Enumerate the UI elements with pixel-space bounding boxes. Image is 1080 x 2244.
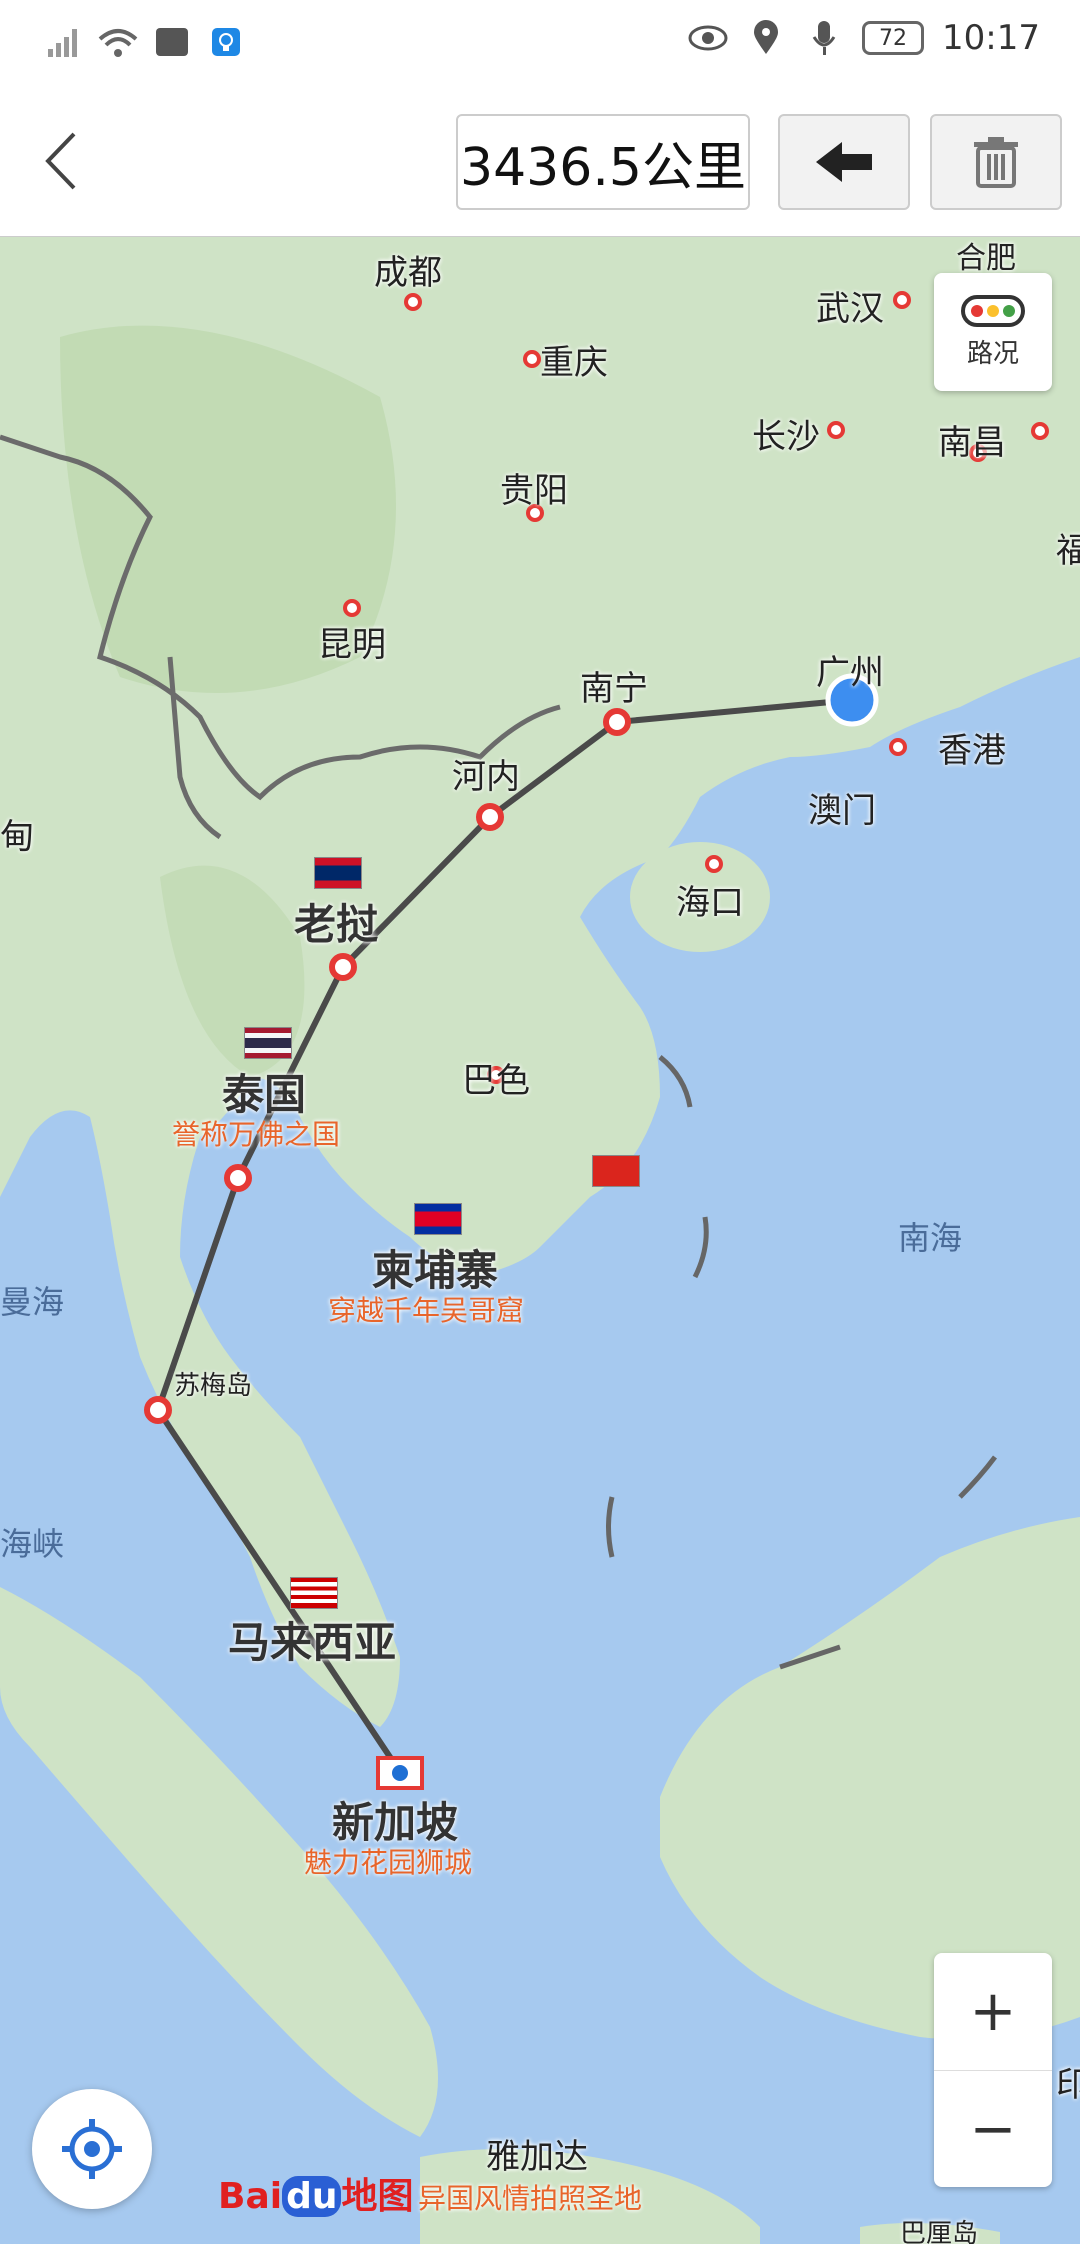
cambodia-tagline[interactable]: 穿越千年吴哥窟 xyxy=(328,1289,524,1329)
city-chengdu[interactable]: 成都 xyxy=(374,245,442,294)
city-dot xyxy=(523,350,541,368)
city-hongkong[interactable]: 香港 xyxy=(938,723,1006,772)
city-dot xyxy=(827,421,845,439)
huawei-icon xyxy=(152,22,192,62)
singapore-tagline[interactable]: 魅力花园狮城 xyxy=(304,1841,472,1881)
no-signal-icon xyxy=(44,22,84,62)
cambodia-flag-icon xyxy=(414,1203,462,1235)
status-bar: 72 10:17 xyxy=(0,0,1080,88)
vietnam-flag-icon xyxy=(592,1155,640,1187)
country-myanmar[interactable]: 甸 xyxy=(0,809,34,858)
paw-logo-text: du xyxy=(282,2176,342,2217)
clock: 10:17 xyxy=(942,18,1040,58)
traffic-label: 路况 xyxy=(966,338,1019,369)
city-chongqing[interactable]: 重庆 xyxy=(540,335,608,384)
country-laos[interactable]: 老挝 xyxy=(294,891,378,952)
jakarta-tagline[interactable]: 异国风情拍照圣地 xyxy=(418,2177,642,2217)
city-fujian[interactable]: 福 xyxy=(1056,523,1080,572)
wifi-icon xyxy=(98,22,138,62)
city-nanchang[interactable]: 南昌 xyxy=(938,415,1006,464)
city-dot xyxy=(889,738,907,756)
thailand-flag-icon xyxy=(244,1027,292,1059)
city-jakarta[interactable]: 雅加达 xyxy=(486,2129,588,2178)
city-wuhan[interactable]: 武汉 xyxy=(816,281,884,330)
mic-icon xyxy=(804,18,844,58)
country-malaysia[interactable]: 马来西亚 xyxy=(228,1609,396,1670)
baidu-map-logo: Bai du 地图 xyxy=(218,2176,414,2217)
route-waypoint[interactable] xyxy=(144,1396,172,1424)
eye-icon xyxy=(688,18,728,58)
route-end-dot xyxy=(392,1765,408,1781)
back-button[interactable] xyxy=(34,126,94,196)
route-waypoint[interactable] xyxy=(329,953,357,981)
city-haikou[interactable]: 海口 xyxy=(676,875,744,924)
island-bali[interactable]: 巴厘岛 xyxy=(900,2213,978,2244)
country-indonesia[interactable]: 印 xyxy=(1056,2057,1080,2106)
city-guangzhou[interactable]: 广州 xyxy=(816,645,884,694)
city-hanoi[interactable]: 河内 xyxy=(452,749,520,798)
malaysia-flag-icon xyxy=(290,1577,338,1609)
map-view[interactable]: 成都 重庆 武汉 长沙 南昌 合肥 福 贵阳 昆明 南宁 广州 香港 澳门 河内… xyxy=(0,237,1080,2244)
city-kunming[interactable]: 昆明 xyxy=(318,617,386,666)
city-dot xyxy=(1031,422,1049,440)
arrow-left-icon xyxy=(816,142,872,182)
route-waypoint[interactable] xyxy=(603,708,631,736)
laos-flag-icon xyxy=(314,857,362,889)
city-changsha[interactable]: 长沙 xyxy=(752,409,820,458)
sea-strait: 海峡 xyxy=(0,1525,65,1563)
route-waypoint[interactable] xyxy=(224,1164,252,1192)
locate-button[interactable] xyxy=(32,2089,152,2209)
city-dot xyxy=(893,291,911,309)
route-waypoint[interactable] xyxy=(476,803,504,831)
city-nanning[interactable]: 南宁 xyxy=(580,661,648,710)
traffic-light-icon xyxy=(961,294,1025,327)
clear-button[interactable] xyxy=(930,114,1062,210)
city-dot xyxy=(705,855,723,873)
zoom-out-button[interactable]: − xyxy=(934,2071,1052,2188)
location-icon xyxy=(746,18,786,58)
zoom-control: + − xyxy=(934,1953,1052,2187)
battery-indicator: 72 xyxy=(862,21,925,55)
measure-toolbar: 3436.5公里 xyxy=(0,88,1080,237)
sea-south-china: 南海 xyxy=(898,1219,963,1257)
sea-andaman: 曼海 xyxy=(0,1283,65,1321)
locate-icon xyxy=(62,2119,122,2179)
island-sumei[interactable]: 苏梅岛 xyxy=(174,1365,252,1402)
city-dot xyxy=(343,599,361,617)
city-guiyang[interactable]: 贵阳 xyxy=(500,463,568,512)
city-pakse[interactable]: 巴色 xyxy=(462,1053,530,1102)
city-dot xyxy=(404,293,422,311)
traffic-button[interactable]: 路况 xyxy=(934,273,1052,391)
thailand-tagline[interactable]: 誉称万佛之国 xyxy=(172,1113,340,1153)
trash-icon xyxy=(974,137,1018,188)
chevron-left-icon xyxy=(45,132,76,190)
undo-button[interactable] xyxy=(778,114,910,210)
zoom-in-button[interactable]: + xyxy=(934,1953,1052,2070)
city-macau[interactable]: 澳门 xyxy=(808,783,876,832)
distance-display: 3436.5公里 xyxy=(456,114,750,210)
city-hefei[interactable]: 合肥 xyxy=(956,237,1016,277)
bulb-icon xyxy=(206,22,246,62)
